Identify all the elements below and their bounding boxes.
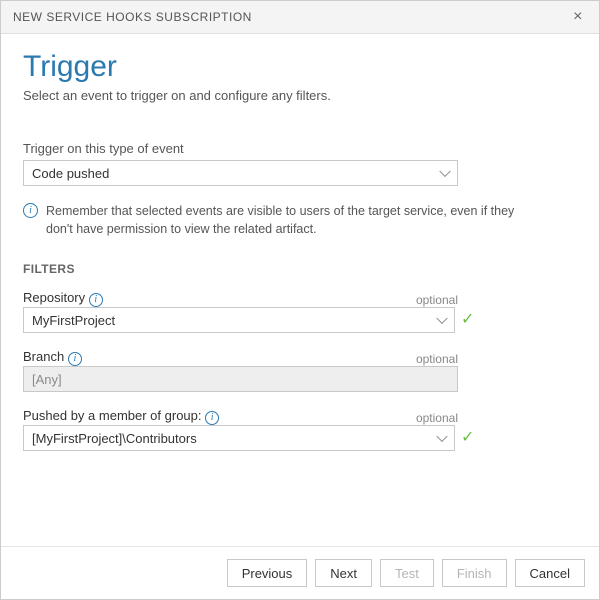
- branch-label: Branch: [23, 349, 64, 364]
- branch-field: Branch i optional [Any]: [23, 349, 577, 392]
- info-callout-text: Remember that selected events are visibl…: [46, 202, 517, 238]
- dialog-content: Trigger Select an event to trigger on an…: [1, 34, 599, 546]
- page-subtitle: Select an event to trigger on and config…: [23, 88, 577, 103]
- event-select[interactable]: Code pushed: [23, 160, 458, 186]
- dialog-title: NEW SERVICE HOOKS SUBSCRIPTION: [13, 10, 252, 24]
- repository-select[interactable]: MyFirstProject: [23, 307, 455, 333]
- check-icon: ✓: [461, 430, 474, 446]
- filters-heading: FILTERS: [23, 262, 577, 276]
- branch-select: [Any]: [23, 366, 458, 392]
- repository-select-value: MyFirstProject: [32, 313, 115, 328]
- group-label: Pushed by a member of group:: [23, 408, 202, 423]
- info-callout: i Remember that selected events are visi…: [23, 202, 577, 238]
- event-select-value: Code pushed: [32, 166, 109, 181]
- test-button: Test: [380, 559, 434, 587]
- event-label: Trigger on this type of event: [23, 141, 184, 156]
- event-field: Trigger on this type of event Code pushe…: [23, 141, 577, 186]
- repository-label: Repository: [23, 290, 85, 305]
- cancel-button[interactable]: Cancel: [515, 559, 585, 587]
- page-title: Trigger: [23, 50, 577, 84]
- info-icon: i: [23, 203, 38, 218]
- branch-select-value: [Any]: [32, 372, 62, 387]
- info-icon[interactable]: i: [89, 293, 103, 307]
- optional-label: optional: [416, 293, 458, 307]
- group-select-value: [MyFirstProject]\Contributors: [32, 431, 197, 446]
- next-button[interactable]: Next: [315, 559, 372, 587]
- titlebar: NEW SERVICE HOOKS SUBSCRIPTION ×: [1, 1, 599, 34]
- info-icon[interactable]: i: [68, 352, 82, 366]
- dialog-footer: Previous Next Test Finish Cancel: [1, 546, 599, 599]
- dialog-window: NEW SERVICE HOOKS SUBSCRIPTION × Trigger…: [0, 0, 600, 600]
- finish-button: Finish: [442, 559, 507, 587]
- optional-label: optional: [416, 352, 458, 366]
- optional-label: optional: [416, 411, 458, 425]
- previous-button[interactable]: Previous: [227, 559, 308, 587]
- group-select[interactable]: [MyFirstProject]\Contributors: [23, 425, 455, 451]
- info-icon[interactable]: i: [205, 411, 219, 425]
- repository-field: Repository i optional MyFirstProject ✓: [23, 290, 577, 333]
- group-field: Pushed by a member of group: i optional …: [23, 408, 577, 451]
- check-icon: ✓: [461, 312, 474, 328]
- close-icon[interactable]: ×: [569, 9, 587, 25]
